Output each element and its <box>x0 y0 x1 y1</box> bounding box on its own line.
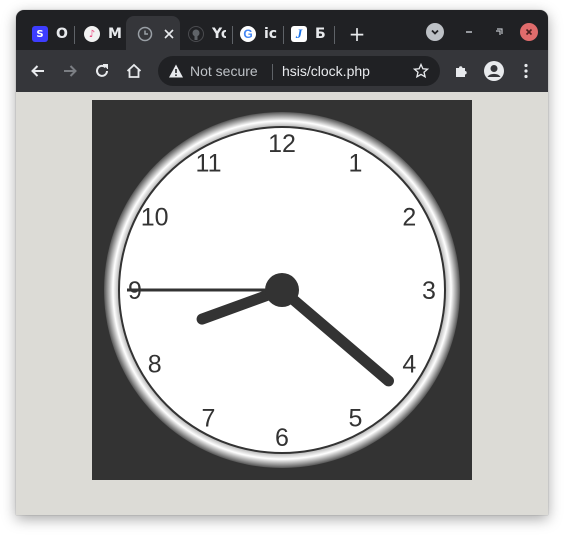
menu-icon[interactable] <box>514 59 538 83</box>
clock-numeral-12: 12 <box>268 130 296 158</box>
clock-center-cap <box>265 273 299 307</box>
tab-separator <box>334 26 335 44</box>
close-icon <box>525 28 533 36</box>
reload-icon[interactable] <box>90 59 114 83</box>
bookmark-star-icon[interactable] <box>412 62 430 79</box>
address-bar[interactable]: Not secure hsis/clock.php <box>158 56 440 86</box>
tab-separator <box>283 26 284 44</box>
tab-1[interactable]: S O <box>32 20 70 48</box>
clock-numeral-10: 10 <box>141 204 169 232</box>
tab-5[interactable]: G ic <box>240 20 278 48</box>
url-text[interactable]: hsis/clock.php <box>282 63 370 79</box>
tab-search-button[interactable] <box>426 23 444 41</box>
clock-numeral-3: 3 <box>422 277 436 305</box>
minimize-button[interactable] <box>460 23 478 41</box>
security-label[interactable]: Not secure <box>190 63 258 79</box>
browser-window: S O ♪ M Yo G ic J Б + Not secure hsis/cl… <box>16 10 548 515</box>
restore-icon <box>496 28 503 35</box>
clock-numeral-7: 7 <box>202 404 216 432</box>
clock-favicon-icon <box>137 26 153 42</box>
chevron-down-icon <box>431 29 439 35</box>
tab-separator <box>232 26 233 44</box>
clock-numeral-8: 8 <box>148 351 162 379</box>
clock-numeral-11: 11 <box>196 150 222 178</box>
tab-close-icon[interactable] <box>161 26 177 42</box>
clock-numeral-2: 2 <box>402 204 416 232</box>
tab-5-title: ic <box>264 26 278 42</box>
google-icon: G <box>240 26 256 42</box>
forward-arrow-icon[interactable] <box>58 59 82 83</box>
close-window-button[interactable] <box>520 23 538 41</box>
tab-2-title: M <box>108 26 122 42</box>
tab-6[interactable]: J Б <box>291 20 329 48</box>
address-divider <box>272 64 273 80</box>
tab-bar: S O ♪ M Yo G ic J Б + <box>16 10 548 50</box>
page-content: 121234567891011 <box>16 92 548 515</box>
j-favicon-icon: J <box>291 26 307 42</box>
new-tab-button[interactable]: + <box>346 23 368 45</box>
music-icon: ♪ <box>84 26 100 42</box>
tab-4[interactable]: Yo <box>188 20 226 48</box>
clock-numeral-6: 6 <box>275 424 289 452</box>
minimize-icon <box>466 31 472 33</box>
clock-numeral-5: 5 <box>349 404 363 432</box>
analog-clock: 121234567891011 <box>104 112 460 468</box>
tab-separator <box>74 26 75 44</box>
github-icon <box>188 26 204 42</box>
profile-icon[interactable] <box>482 59 506 83</box>
clock-container: 121234567891011 <box>92 100 472 480</box>
home-icon[interactable] <box>122 59 146 83</box>
clock-numeral-1: 1 <box>349 150 363 178</box>
maximize-button[interactable] <box>490 23 508 41</box>
warning-icon[interactable] <box>168 63 184 79</box>
tab-2[interactable]: ♪ M <box>84 20 122 48</box>
tab-1-favicon: S <box>32 26 48 42</box>
back-arrow-icon[interactable] <box>26 59 50 83</box>
extensions-icon[interactable] <box>450 59 474 83</box>
tab-1-title: O <box>56 26 68 42</box>
tab-3-active[interactable] <box>137 20 177 48</box>
clock-numeral-4: 4 <box>402 351 416 379</box>
tab-4-title: Yo <box>212 26 226 42</box>
browser-toolbar: Not secure hsis/clock.php <box>16 50 548 92</box>
tab-6-title: Б <box>315 26 326 42</box>
